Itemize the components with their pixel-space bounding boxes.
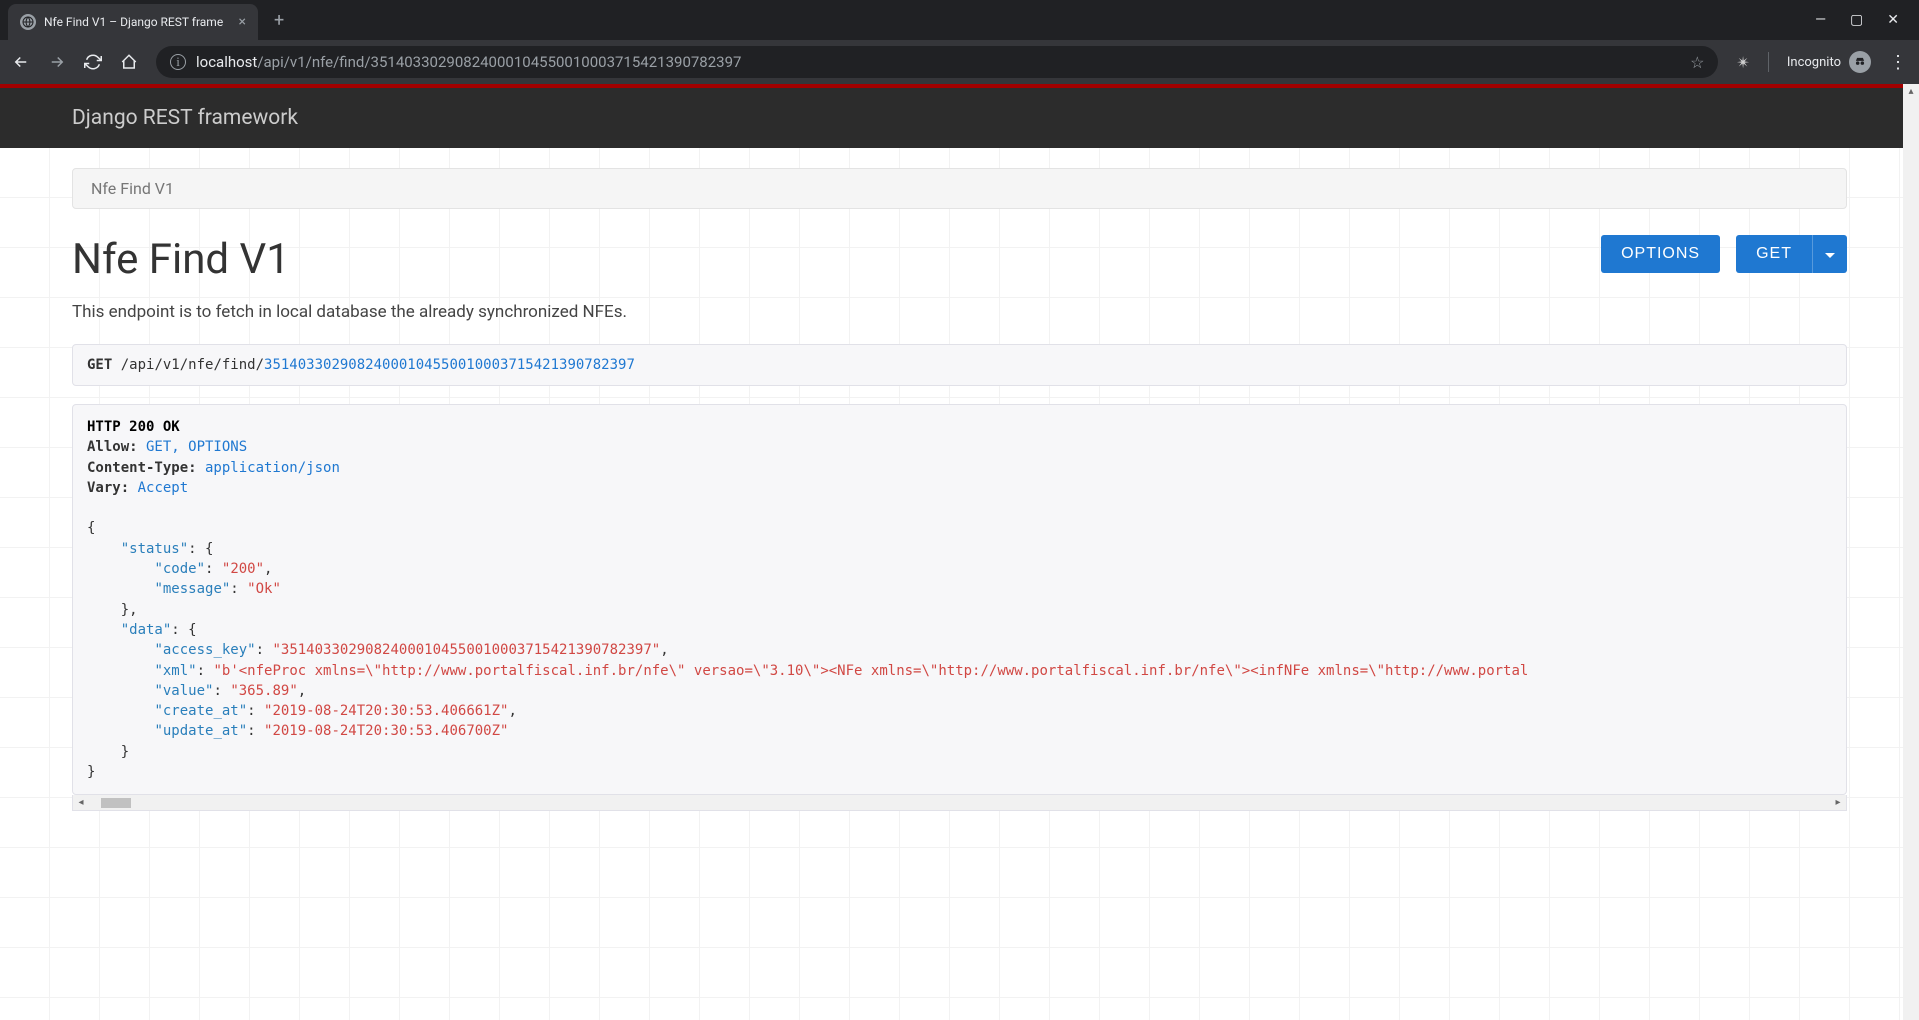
json-status-code: "200"	[222, 561, 264, 577]
drf-header: Django REST framework	[0, 88, 1919, 148]
header-ctype-val: application/json	[197, 460, 340, 476]
vertical-scrollbar[interactable]: ▴	[1903, 84, 1919, 1020]
request-line: GET /api/v1/nfe/find/3514033029082400010…	[72, 344, 1847, 386]
address-url: localhost/api/v1/nfe/find/35140330290824…	[196, 53, 741, 71]
home-icon[interactable]	[120, 53, 138, 71]
info-icon[interactable]: i	[170, 54, 186, 70]
response-block: HTTP 200 OK Allow: GET, OPTIONS Content-…	[72, 404, 1847, 795]
status-line: HTTP 200 OK	[87, 419, 180, 435]
nav-bar: i localhost/api/v1/nfe/find/351403302908…	[0, 40, 1919, 84]
separator	[1768, 52, 1769, 72]
horizontal-scrollbar[interactable]: ◂ ▸	[72, 795, 1847, 811]
scroll-right-icon[interactable]: ▸	[1830, 797, 1846, 808]
scroll-left-icon[interactable]: ◂	[73, 797, 89, 808]
header-allow-name: Allow:	[87, 439, 138, 455]
json-update-at: "2019-08-24T20:30:53.406700Z"	[264, 723, 508, 739]
forward-icon[interactable]	[48, 53, 66, 71]
header-allow-val: GET, OPTIONS	[138, 439, 248, 455]
page-title: Nfe Find V1	[72, 235, 290, 284]
breadcrumb-item: Nfe Find V1	[91, 179, 174, 198]
json-value: "365.89"	[230, 683, 297, 699]
json-create-at: "2019-08-24T20:30:53.406661Z"	[264, 703, 508, 719]
brand-link[interactable]: Django REST framework	[72, 106, 298, 130]
breadcrumb[interactable]: Nfe Find V1	[72, 168, 1847, 209]
header-vary-val: Accept	[129, 480, 188, 496]
close-icon[interactable]: ×	[239, 14, 246, 30]
json-status-message: "Ok"	[247, 581, 281, 597]
incognito-label: Incognito	[1787, 55, 1841, 70]
options-button[interactable]: OPTIONS	[1601, 235, 1720, 273]
header-ctype-name: Content-Type:	[87, 460, 197, 476]
address-bar[interactable]: i localhost/api/v1/nfe/find/351403302908…	[156, 46, 1718, 78]
back-icon[interactable]	[12, 53, 30, 71]
caret-down-icon	[1825, 253, 1835, 258]
window-controls: — ▢ ✕	[1815, 12, 1919, 28]
page-viewport: Django REST framework Nfe Find V1 Nfe Fi…	[0, 84, 1919, 1020]
scrollbar-thumb[interactable]	[101, 798, 131, 808]
browser-chrome: Nfe Find V1 – Django REST frame × + — ▢ …	[0, 0, 1919, 84]
request-id: 3514033029082400010455001000371542139078…	[264, 357, 635, 373]
menu-dots-icon[interactable]: ⋮	[1889, 52, 1907, 73]
globe-icon	[20, 14, 36, 30]
get-dropdown-button[interactable]	[1812, 235, 1847, 273]
json-xml: "b'<nfeProc xmlns=\"http://www.portalfis…	[213, 663, 1528, 679]
header-vary-name: Vary:	[87, 480, 129, 496]
content: Nfe Find V1 Nfe Find V1 OPTIONS GET This…	[0, 148, 1919, 831]
tab-title: Nfe Find V1 – Django REST frame	[44, 15, 231, 29]
scroll-up-icon[interactable]: ▴	[1903, 84, 1919, 100]
incognito-icon	[1849, 51, 1871, 73]
get-button-group: GET	[1736, 235, 1847, 273]
tab-bar: Nfe Find V1 – Django REST frame × + — ▢ …	[0, 0, 1919, 40]
endpoint-description: This endpoint is to fetch in local datab…	[72, 302, 1847, 322]
response-pre: HTTP 200 OK Allow: GET, OPTIONS Content-…	[87, 417, 1832, 782]
close-window-icon[interactable]: ✕	[1887, 12, 1899, 28]
incognito-badge[interactable]: Incognito	[1787, 51, 1871, 73]
get-button[interactable]: GET	[1736, 235, 1812, 273]
reload-icon[interactable]	[84, 53, 102, 71]
grid-background: Nfe Find V1 Nfe Find V1 OPTIONS GET This…	[0, 148, 1919, 1020]
request-method: GET	[87, 357, 112, 373]
browser-tab[interactable]: Nfe Find V1 – Django REST frame ×	[8, 4, 258, 40]
new-tab-button[interactable]: +	[274, 10, 284, 31]
request-path: /api/v1/nfe/find/	[112, 357, 264, 373]
action-buttons: OPTIONS GET	[1601, 235, 1847, 273]
minimize-icon[interactable]: —	[1815, 12, 1826, 28]
gear-icon[interactable]: ✴	[1736, 53, 1749, 72]
json-access-key: "351403302908240001045500100037154213907…	[272, 642, 660, 658]
maximize-icon[interactable]: ▢	[1850, 12, 1863, 28]
title-row: Nfe Find V1 OPTIONS GET	[72, 235, 1847, 284]
star-icon[interactable]: ☆	[1690, 53, 1704, 72]
